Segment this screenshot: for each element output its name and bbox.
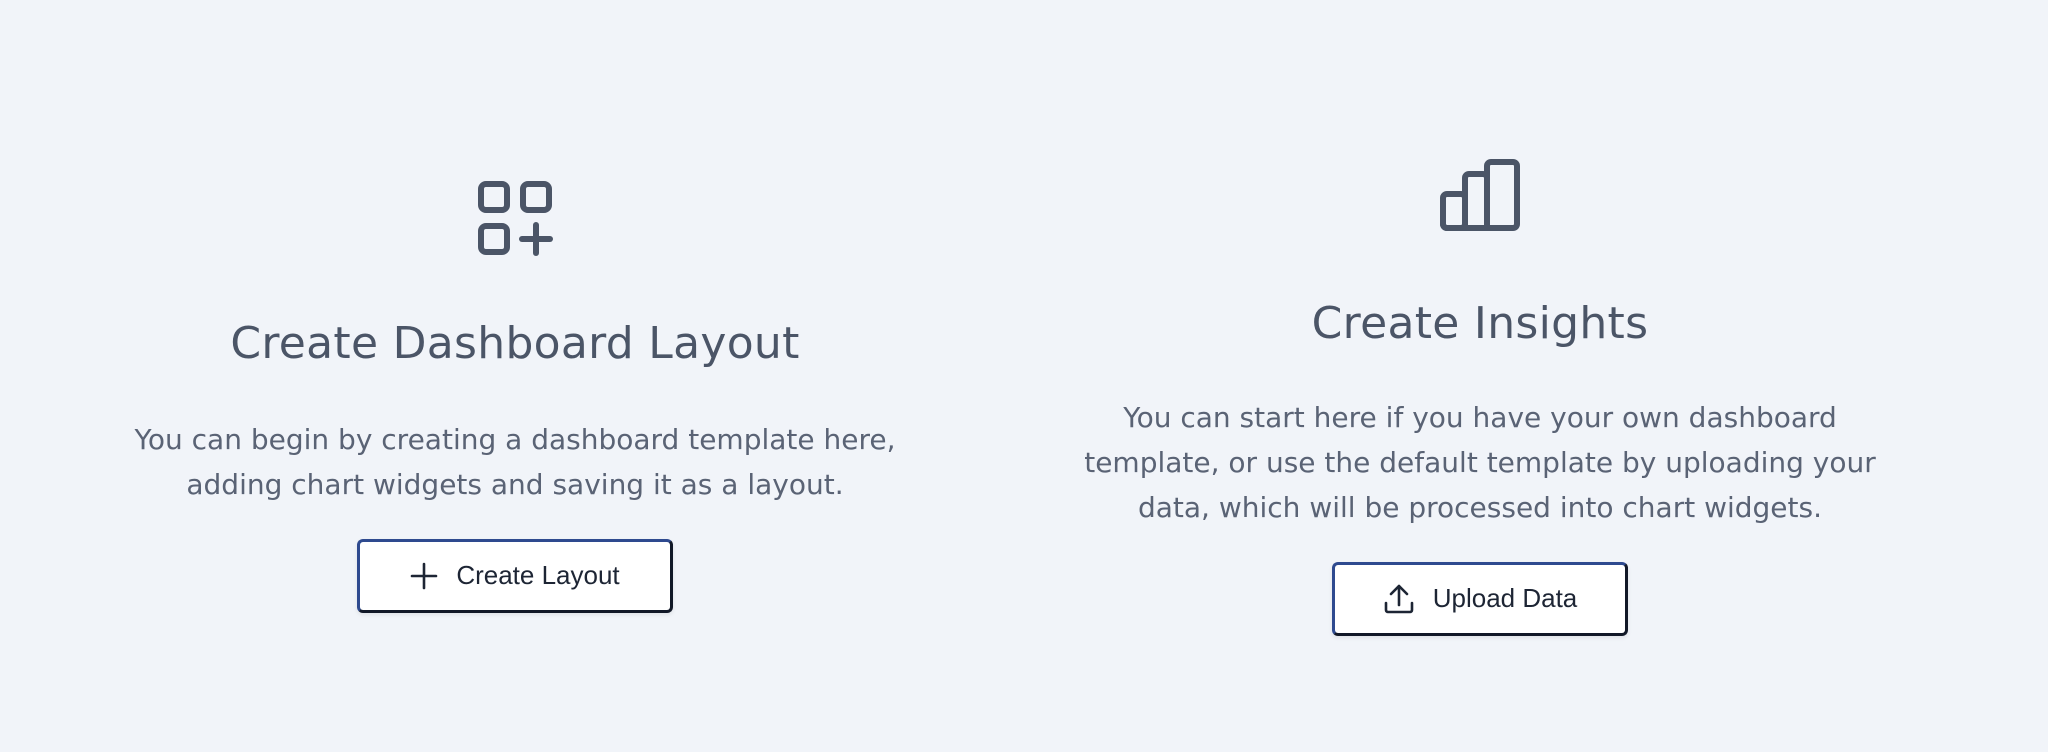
upload-data-button[interactable]: Upload Data — [1332, 561, 1628, 636]
create-layout-button[interactable]: Create Layout — [357, 538, 673, 613]
create-layout-button-label: Create Layout — [456, 560, 620, 591]
grid-plus-icon — [477, 180, 553, 256]
bar-chart-icon — [1439, 158, 1521, 232]
card-title: Create Dashboard Layout — [230, 318, 800, 369]
create-insights-card: Create Insights You can start here if yo… — [1040, 158, 1920, 636]
card-description: You can start here if you have your own … — [1084, 400, 1876, 524]
upload-data-button-label: Upload Data — [1432, 583, 1578, 614]
empty-state-page: Create Dashboard Layout You can begin by… — [0, 0, 2048, 752]
card-title: Create Insights — [1311, 298, 1649, 349]
create-layout-card: Create Dashboard Layout You can begin by… — [80, 180, 950, 613]
card-description: You can begin by creating a dashboard te… — [134, 422, 896, 501]
plus-icon — [410, 562, 438, 590]
upload-icon — [1383, 583, 1415, 615]
